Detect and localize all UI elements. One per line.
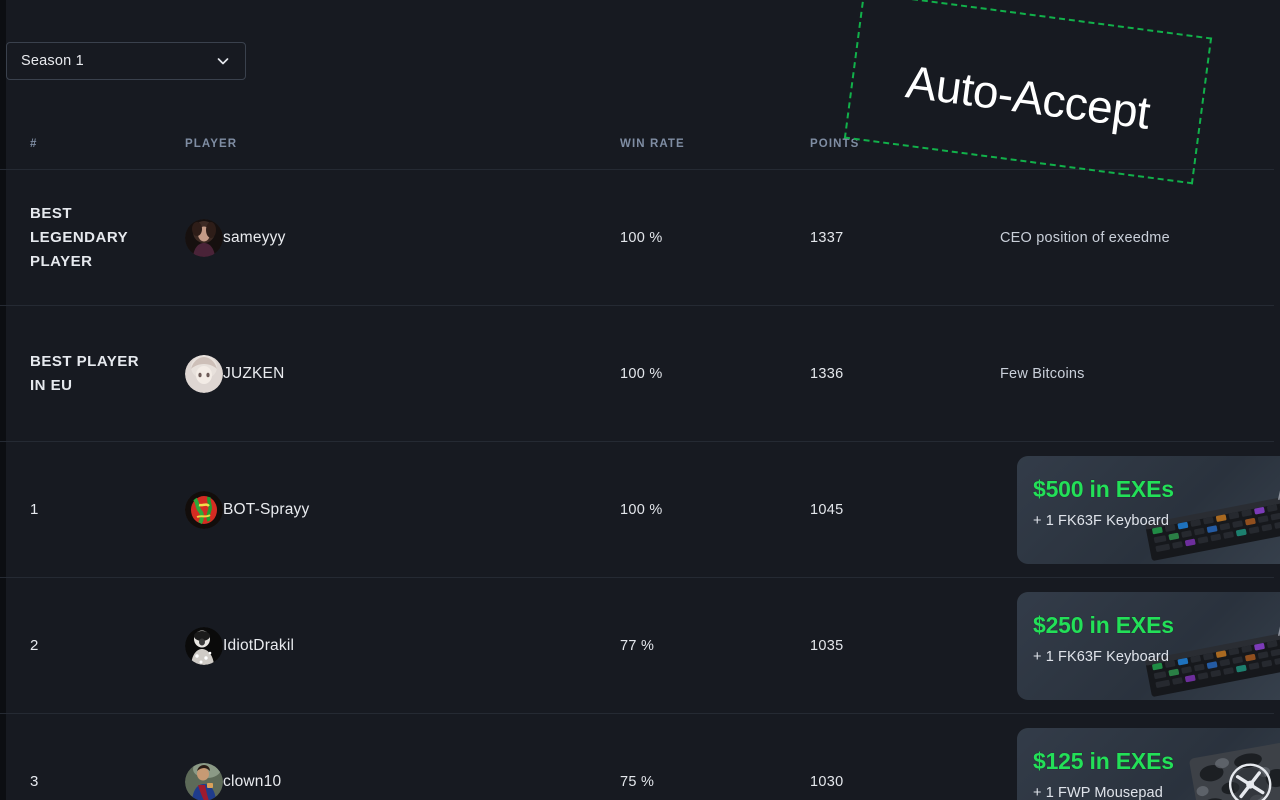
rank-number: 2 — [30, 637, 185, 654]
prize-text: $250 in EXEs + 1 FK63F Keyboard — [1033, 614, 1174, 665]
points-cell: 1045 — [810, 501, 1000, 519]
avatar — [185, 355, 223, 393]
rank-badge: BEST PLAYER IN EU — [30, 350, 185, 398]
table-row[interactable]: 1 BOT-Sprayy 100 % 1045 — [0, 442, 1274, 578]
win-rate-value: 100 % — [620, 502, 663, 518]
table-header-row: # PLAYER WIN RATE POINTS — [0, 118, 1274, 170]
column-header-player: PLAYER — [185, 138, 620, 150]
points-value: 1035 — [810, 638, 843, 654]
prize-sub: + 1 FK63F Keyboard — [1033, 649, 1174, 665]
rank-number: 3 — [30, 773, 185, 790]
points-value: 1337 — [810, 230, 843, 246]
points-cell: 1030 — [810, 773, 1000, 791]
points-value: 1336 — [810, 366, 843, 382]
prize-card[interactable]: $250 in EXEs + 1 FK63F Keyboard — [1017, 592, 1280, 700]
win-rate-cell: 77 % — [620, 637, 810, 655]
season-select-value: Season 1 — [21, 53, 215, 69]
player-cell[interactable]: JUZKEN — [185, 355, 620, 393]
rank-number-label: 1 — [30, 501, 185, 518]
prize-amount: $125 in EXEs — [1033, 750, 1174, 773]
points-value: 1030 — [810, 774, 843, 790]
prize-text: $125 in EXEs + 1 FWP Mousepad — [1033, 750, 1174, 800]
win-rate-cell: 75 % — [620, 773, 810, 791]
table-row[interactable]: 3 clown10 75 % 1030 — [0, 714, 1274, 800]
win-rate-cell: 100 % — [620, 229, 810, 247]
rank-number-label: 3 — [30, 773, 185, 790]
player-name: IdiotDrakil — [223, 637, 294, 655]
player-name: clown10 — [223, 773, 281, 791]
avatar — [185, 219, 223, 257]
reward-text: Few Bitcoins — [1000, 366, 1085, 382]
player-cell[interactable]: sameyyy — [185, 219, 620, 257]
reward-text: CEO position of exeedme — [1000, 230, 1170, 246]
points-cell: 1337 — [810, 229, 1000, 247]
points-cell: 1035 — [810, 637, 1000, 655]
player-name: sameyyy — [223, 229, 286, 247]
table-row[interactable]: BEST PLAYER IN EU JUZKEN 100 % 1336 Few … — [0, 306, 1274, 442]
prize-card[interactable]: $125 in EXEs + 1 FWP Mousepad — [1017, 728, 1280, 800]
leaderboard-page: Season 1 # PLAYER WIN RATE POINTS BEST L… — [0, 0, 1280, 800]
win-rate-value: 100 % — [620, 230, 663, 246]
win-rate-cell: 100 % — [620, 501, 810, 519]
player-cell[interactable]: clown10 — [185, 763, 620, 800]
prize-sub: + 1 FK63F Keyboard — [1033, 513, 1174, 529]
player-cell[interactable]: IdiotDrakil — [185, 627, 620, 665]
win-rate-value: 77 % — [620, 638, 654, 654]
prize-cell: CEO position of exeedme — [1000, 229, 1274, 247]
player-name: BOT-Sprayy — [223, 501, 309, 519]
rank-badge-label: BEST PLAYER IN EU — [30, 350, 150, 398]
points-value: 1045 — [810, 502, 843, 518]
column-header-points: POINTS — [810, 138, 1000, 150]
prize-amount: $500 in EXEs — [1033, 478, 1174, 501]
chevron-down-icon — [215, 53, 231, 69]
win-rate-cell: 100 % — [620, 365, 810, 383]
rank-badge-label: BEST LEGENDARY PLAYER — [30, 202, 150, 274]
points-cell: 1336 — [810, 365, 1000, 383]
avatar — [185, 491, 223, 529]
player-name: JUZKEN — [223, 365, 284, 383]
prize-sub: + 1 FWP Mousepad — [1033, 785, 1174, 800]
prize-text: $500 in EXEs + 1 FK63F Keyboard — [1033, 478, 1174, 529]
table-row[interactable]: 2 IdiotDrakil 77 % 1035 — [0, 578, 1274, 714]
leaderboard-table: # PLAYER WIN RATE POINTS BEST LEGENDARY … — [0, 118, 1274, 800]
table-row[interactable]: BEST LEGENDARY PLAYER sameyyy 100 % 1337… — [0, 170, 1274, 306]
rank-number: 1 — [30, 501, 185, 518]
rank-number-label: 2 — [30, 637, 185, 654]
season-select[interactable]: Season 1 — [6, 42, 246, 80]
prize-card[interactable]: $500 in EXEs + 1 FK63F Keyboard — [1017, 456, 1280, 564]
prize-amount: $250 in EXEs — [1033, 614, 1174, 637]
win-rate-value: 75 % — [620, 774, 654, 790]
player-cell[interactable]: BOT-Sprayy — [185, 491, 620, 529]
column-header-win-rate: WIN RATE — [620, 138, 810, 150]
rank-badge: BEST LEGENDARY PLAYER — [30, 202, 185, 274]
avatar — [185, 763, 223, 800]
prize-cell: Few Bitcoins — [1000, 365, 1274, 383]
column-header-rank: # — [30, 138, 185, 150]
avatar — [185, 627, 223, 665]
mousepad-image — [1183, 732, 1280, 800]
win-rate-value: 100 % — [620, 366, 663, 382]
